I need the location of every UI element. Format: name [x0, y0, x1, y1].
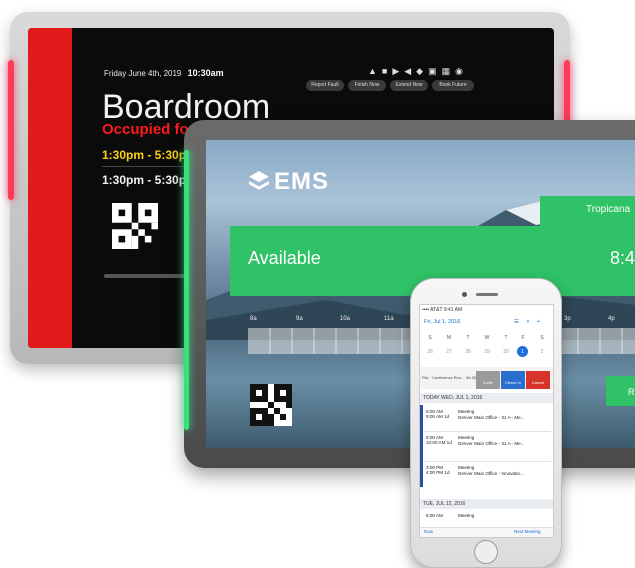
qr-code-icon	[250, 384, 292, 426]
divider	[424, 431, 551, 432]
availability-status: Available	[248, 248, 321, 268]
timeline-label: 8a	[250, 316, 257, 322]
phone-camera	[462, 292, 467, 297]
room-name: Tropicana	[586, 204, 631, 215]
calendar-header-date[interactable]: Fri, Jul 1, 2016	[424, 319, 460, 325]
qr-code-icon	[112, 203, 158, 249]
section-header-next: TUE, JUL 12, 2016	[420, 499, 553, 509]
ems-logo-icon	[249, 171, 269, 190]
booking-slot-next: 1:30pm - 5:30p	[102, 173, 187, 187]
date-cell[interactable]: 28	[462, 349, 474, 355]
selected-date: 1	[521, 349, 524, 355]
event-title[interactable]: Meeting	[458, 409, 474, 414]
invite-label: Invite	[483, 380, 493, 385]
event-title[interactable]: Meeting	[458, 435, 474, 440]
weekday-label: T	[504, 335, 508, 341]
event-title[interactable]: Meeting	[458, 513, 474, 518]
time-text: 10:30am	[187, 68, 224, 78]
ems-logo: EMS	[248, 168, 329, 196]
header-action-icons[interactable]: ☰ ⌕ +	[514, 319, 543, 326]
availability-time: 8:4	[610, 248, 635, 268]
finish-now-button[interactable]: Finish Now	[348, 80, 386, 91]
timeline-label: 3p	[564, 316, 571, 322]
timeline-label: 10a	[340, 316, 351, 322]
event-time: 8:00 AM 9:00 AM 1d	[426, 409, 450, 419]
led-strip-left	[8, 60, 14, 200]
panel-date: Friday June 4th, 2019 10:30am	[104, 68, 224, 78]
weekday-label: M	[446, 335, 452, 341]
cancel-label: Cancel	[531, 380, 545, 385]
event-location: Denver Main Office - Innovatio...	[458, 471, 524, 476]
divider	[424, 461, 551, 462]
weekday-label: W	[484, 335, 490, 341]
weekday-label: T	[466, 335, 470, 341]
weekday-label: S	[540, 335, 544, 341]
event-time: 9:00 AM 10:00 AM 1d	[426, 435, 452, 445]
booking-slot-current: 1:30pm - 5:30p	[102, 148, 187, 162]
check-in-label: Check In	[505, 380, 521, 385]
date-cell[interactable]: 29	[481, 349, 493, 355]
event-time: 3:00 PM 4:00 PM 1d	[426, 465, 450, 475]
timeline-label: 4p	[608, 316, 615, 322]
home-button[interactable]	[474, 540, 498, 564]
logo-text: EMS	[274, 168, 330, 195]
next-meeting-link[interactable]: Next Meeting	[514, 529, 541, 534]
now-link[interactable]: Now	[424, 529, 433, 534]
status-bar: •••• AT&T 9:41 AM	[422, 307, 463, 313]
event-location: Denver Main Office - 31 A - Me...	[458, 441, 525, 446]
weekday-label: S	[428, 335, 432, 341]
book-future-button[interactable]: Book Future	[432, 80, 474, 91]
date-cell[interactable]: 26	[424, 349, 436, 355]
date-cell[interactable]: 30	[500, 349, 512, 355]
date-cell[interactable]: 27	[443, 349, 455, 355]
report-fault-button[interactable]: Report Fault	[306, 80, 344, 91]
phone-screen: •••• AT&T 9:41 AM Fri, Jul 1, 2016 ☰ ⌕ +…	[419, 304, 554, 538]
timeline-label: 11a	[384, 316, 394, 322]
led-strip-green	[184, 150, 189, 430]
extend-now-button[interactable]: Extend Now	[390, 80, 428, 91]
reserve-label: R	[628, 387, 635, 397]
event-title[interactable]: Meeting	[458, 465, 474, 470]
date-text: Friday June 4th, 2019	[104, 69, 182, 78]
event-location: Denver Main Office - 31 A - Me...	[458, 415, 525, 420]
status-icons: ▲■▶◀◆▣▦◉	[368, 66, 468, 76]
section-header-today: TODAY WED, JUL 1, 2016	[420, 393, 553, 403]
timeline-label: 9a	[296, 316, 303, 322]
occupied-status-bar	[28, 28, 72, 348]
active-meeting-label: Fitz · Conference Roo… 5h 30m	[422, 375, 480, 380]
date-cell[interactable]: 2	[536, 349, 548, 355]
occupied-label: Occupied fo	[102, 121, 189, 138]
weekday-label: F	[521, 335, 525, 341]
phone-speaker	[476, 293, 498, 296]
event-time: 8:00 AM	[426, 513, 443, 518]
today-marker	[420, 405, 423, 487]
